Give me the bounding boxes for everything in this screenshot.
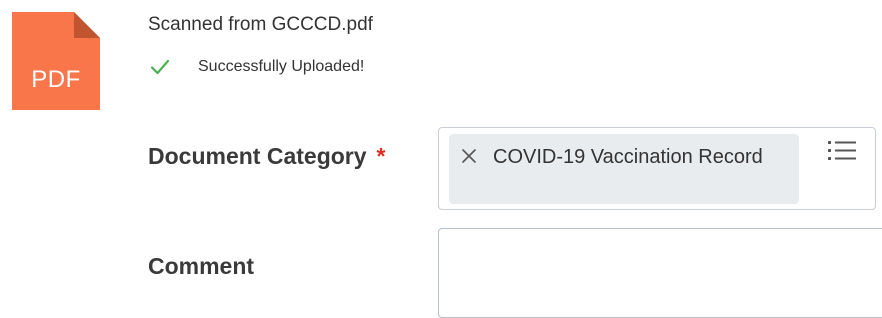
list-icon[interactable] [825, 138, 859, 164]
pdf-file-icon: PDF [12, 12, 100, 110]
document-category-input[interactable]: COVID-19 Vaccination Record [438, 127, 876, 210]
upload-status-text: Successfully Uploaded! [198, 58, 365, 75]
selected-category-text: COVID-19 Vaccination Record [493, 146, 763, 168]
comment-label: Comment [148, 253, 255, 279]
upload-status: Successfully Uploaded! [150, 55, 364, 79]
selected-category-chip[interactable]: COVID-19 Vaccination Record [449, 134, 799, 204]
required-indicator: * [376, 143, 386, 169]
check-icon [150, 59, 170, 75]
pdf-file-shape [12, 12, 100, 110]
close-icon[interactable] [461, 148, 477, 164]
pdf-file-type-label: PDF [31, 66, 81, 93]
document-category-label: Document Category * [148, 143, 386, 170]
document-category-label-text: Document Category [148, 143, 367, 169]
uploaded-file-name[interactable]: Scanned from GCCCD.pdf [148, 14, 373, 36]
